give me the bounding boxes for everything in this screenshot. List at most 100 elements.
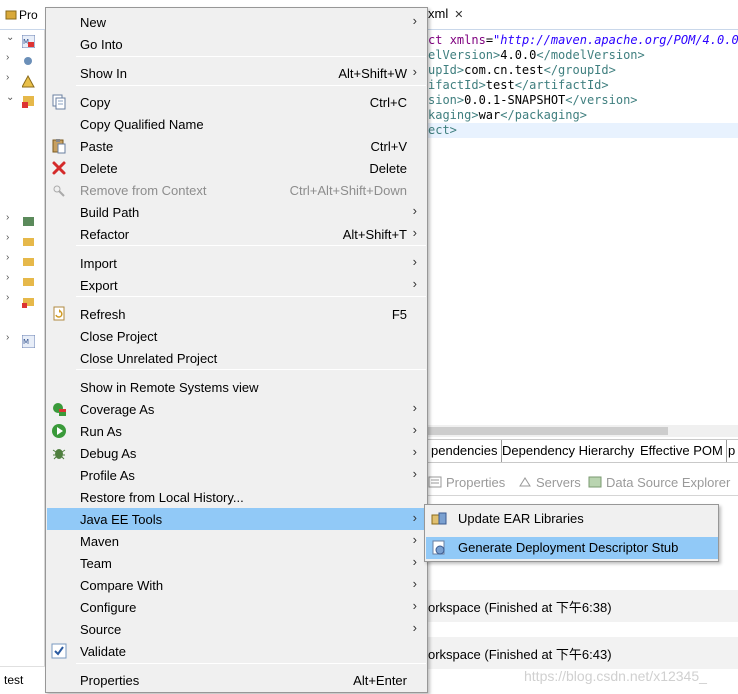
menu-item-close-unrelated-project[interactable]: Close Unrelated Project [47,347,427,369]
view-tab-bar: Properties Servers Data Source Explorer [428,470,738,496]
code-token: sion> [428,93,465,107]
code-token: = [485,33,494,47]
menu-item-profile-as[interactable]: Profile As › [47,464,427,486]
menu-item-debug-as[interactable]: Debug As › [47,442,427,464]
tree-row[interactable]: › [0,212,45,230]
menu-item-paste[interactable]: Paste Ctrl+V [47,135,427,157]
menu-separator [76,245,426,246]
menu-item-label: New [80,15,107,30]
code-line[interactable]: ifactId>test</artifactId> [428,78,738,93]
menu-item-properties[interactable]: Properties Alt+Enter [47,669,427,691]
tree-row[interactable]: › [0,272,45,290]
code-line[interactable]: kaging>war</packaging> [428,108,738,123]
project-explorer-tab[interactable]: Pro [0,0,45,30]
menu-item-label: Coverage As [80,402,155,417]
menu-separator [76,85,426,86]
pom-editor-tabs: pendencies Dependency Hierarchy Effectiv… [428,439,738,463]
menu-item-close-project[interactable]: Close Project [47,325,427,347]
expand-arrow-icon: › [6,272,10,283]
code-line[interactable]: elVersion>4.0.0</modelVersion> [428,48,738,63]
menu-item-delete[interactable]: Delete Delete [47,157,427,179]
editor-horizontal-scrollbar[interactable] [428,425,738,437]
selected-project-status: test [0,666,45,694]
coverage-icon [51,401,67,417]
tab-servers[interactable]: Servers [518,475,581,490]
menu-item-new[interactable]: New › [47,11,427,33]
xml-source-editor[interactable]: ct xmlns="http://maven.apache.org/POM/4.… [428,30,738,425]
code-token: </modelVersion> [536,48,645,62]
submenu-arrow-icon: › [412,510,417,525]
submenu-arrow-icon: › [412,576,417,591]
menu-item-label: Import [80,256,117,271]
console-line: orkspace (Finished at 下午6:38) [428,600,612,615]
folder-icon [22,235,35,248]
menu-item-coverage-as[interactable]: Coverage As › [47,398,427,420]
menu-item-copy[interactable]: Copy Ctrl+C [47,91,427,113]
menu-item-team[interactable]: Team › [47,552,427,574]
menu-item-import[interactable]: Import › [47,252,427,274]
tree-row[interactable]: › [0,52,45,70]
submenu-item-generate-deployment-descriptor-stub[interactable]: Generate Deployment Descriptor Stub [426,537,718,559]
menu-item-label: Maven [80,534,120,549]
menu-item-export[interactable]: Export › [47,274,427,296]
tree-row[interactable]: ⌄ M [0,32,45,50]
tree-row[interactable]: › [0,72,45,90]
code-line[interactable]: ct xmlns="http://maven.apache.org/POM/4.… [428,33,738,48]
menu-item-restore-from-local-history[interactable]: Restore from Local History... [47,486,427,508]
menu-item-refactor[interactable]: Refactor Alt+Shift+T › [47,223,427,245]
tab-effective-pom[interactable]: Effective POM [637,440,727,462]
menu-item-build-path[interactable]: Build Path › [47,201,427,223]
menu-item-label: Paste [80,139,114,154]
view-tab-label: Data Source Explorer [606,475,731,490]
menu-item-java-ee-tools[interactable]: Java EE Tools › [47,508,427,530]
menu-item-source[interactable]: Source › [47,618,427,640]
menu-item-configure[interactable]: Configure › [47,596,427,618]
tab-properties[interactable]: Properties [428,475,505,490]
tree-row[interactable]: › [0,252,45,270]
code-line[interactable]: ect> [428,123,738,138]
menu-item-maven[interactable]: Maven › [47,530,427,552]
menu-item-refresh[interactable]: Refresh F5 [47,303,427,325]
paste-icon [51,138,67,154]
submenu-arrow-icon: › [412,620,417,635]
pom-xml-editor-tab[interactable]: xml ✕ [428,6,463,21]
submenu-arrow-icon: › [412,64,417,79]
submenu-item-update-ear-libraries[interactable]: Update EAR Libraries [426,508,718,530]
code-token: elVersion> [428,48,501,62]
menu-item-remove-from-context: Remove from Context Ctrl+Alt+Shift+Down [47,179,427,201]
tab-dependencies[interactable]: pendencies [428,440,502,462]
submenu-arrow-icon: › [412,13,417,28]
menu-item-label: Remove from Context [80,183,207,198]
code-line[interactable]: sion>0.0.1-SNAPSHOT</version> [428,93,738,108]
menu-item-run-as[interactable]: Run As › [47,420,427,442]
menu-item-shortcut: Delete [369,161,407,176]
scrollbar-thumb[interactable] [428,427,668,435]
run-icon [51,423,67,439]
close-tab-icon[interactable]: ✕ [454,9,463,21]
menu-item-copy-qualified-name[interactable]: Copy Qualified Name [47,113,427,135]
expand-arrow-icon: › [6,332,10,343]
menu-item-label: Team [80,556,112,571]
code-line[interactable]: upId>com.cn.test</groupId> [428,63,738,78]
project-context-menu: New › Go Into Show In Alt+Shift+W › Copy Ctrl+C… [45,7,428,693]
menu-item-compare-with[interactable]: Compare With › [47,574,427,596]
tree-row[interactable]: › M [0,332,45,350]
tab-dependency-hierarchy[interactable]: Dependency Hierarchy [499,440,639,462]
tree-row[interactable]: ⌄ [0,92,45,110]
package-explorer-icon [5,9,17,21]
tree-row[interactable]: › [0,232,45,250]
tree-row[interactable]: › [0,292,45,310]
tab-pom-xml[interactable]: p [725,440,738,462]
menu-item-show-in[interactable]: Show In Alt+Shift+W › [47,62,427,84]
menu-item-show-in-remote-systems-view[interactable]: Show in Remote Systems view [47,376,427,398]
menu-item-validate[interactable]: Validate [47,640,427,662]
menu-item-label: Refactor [80,227,130,242]
maven-project-icon: M [22,335,35,348]
code-token: war [478,108,501,122]
tab-data-source-explorer[interactable]: Data Source Explorer [588,475,730,490]
menu-item-go-into[interactable]: Go Into [47,33,427,55]
submenu-arrow-icon: › [412,276,417,291]
menu-separator [76,56,426,57]
svg-text:M: M [23,338,29,346]
menu-item-label: Copy [80,95,111,110]
